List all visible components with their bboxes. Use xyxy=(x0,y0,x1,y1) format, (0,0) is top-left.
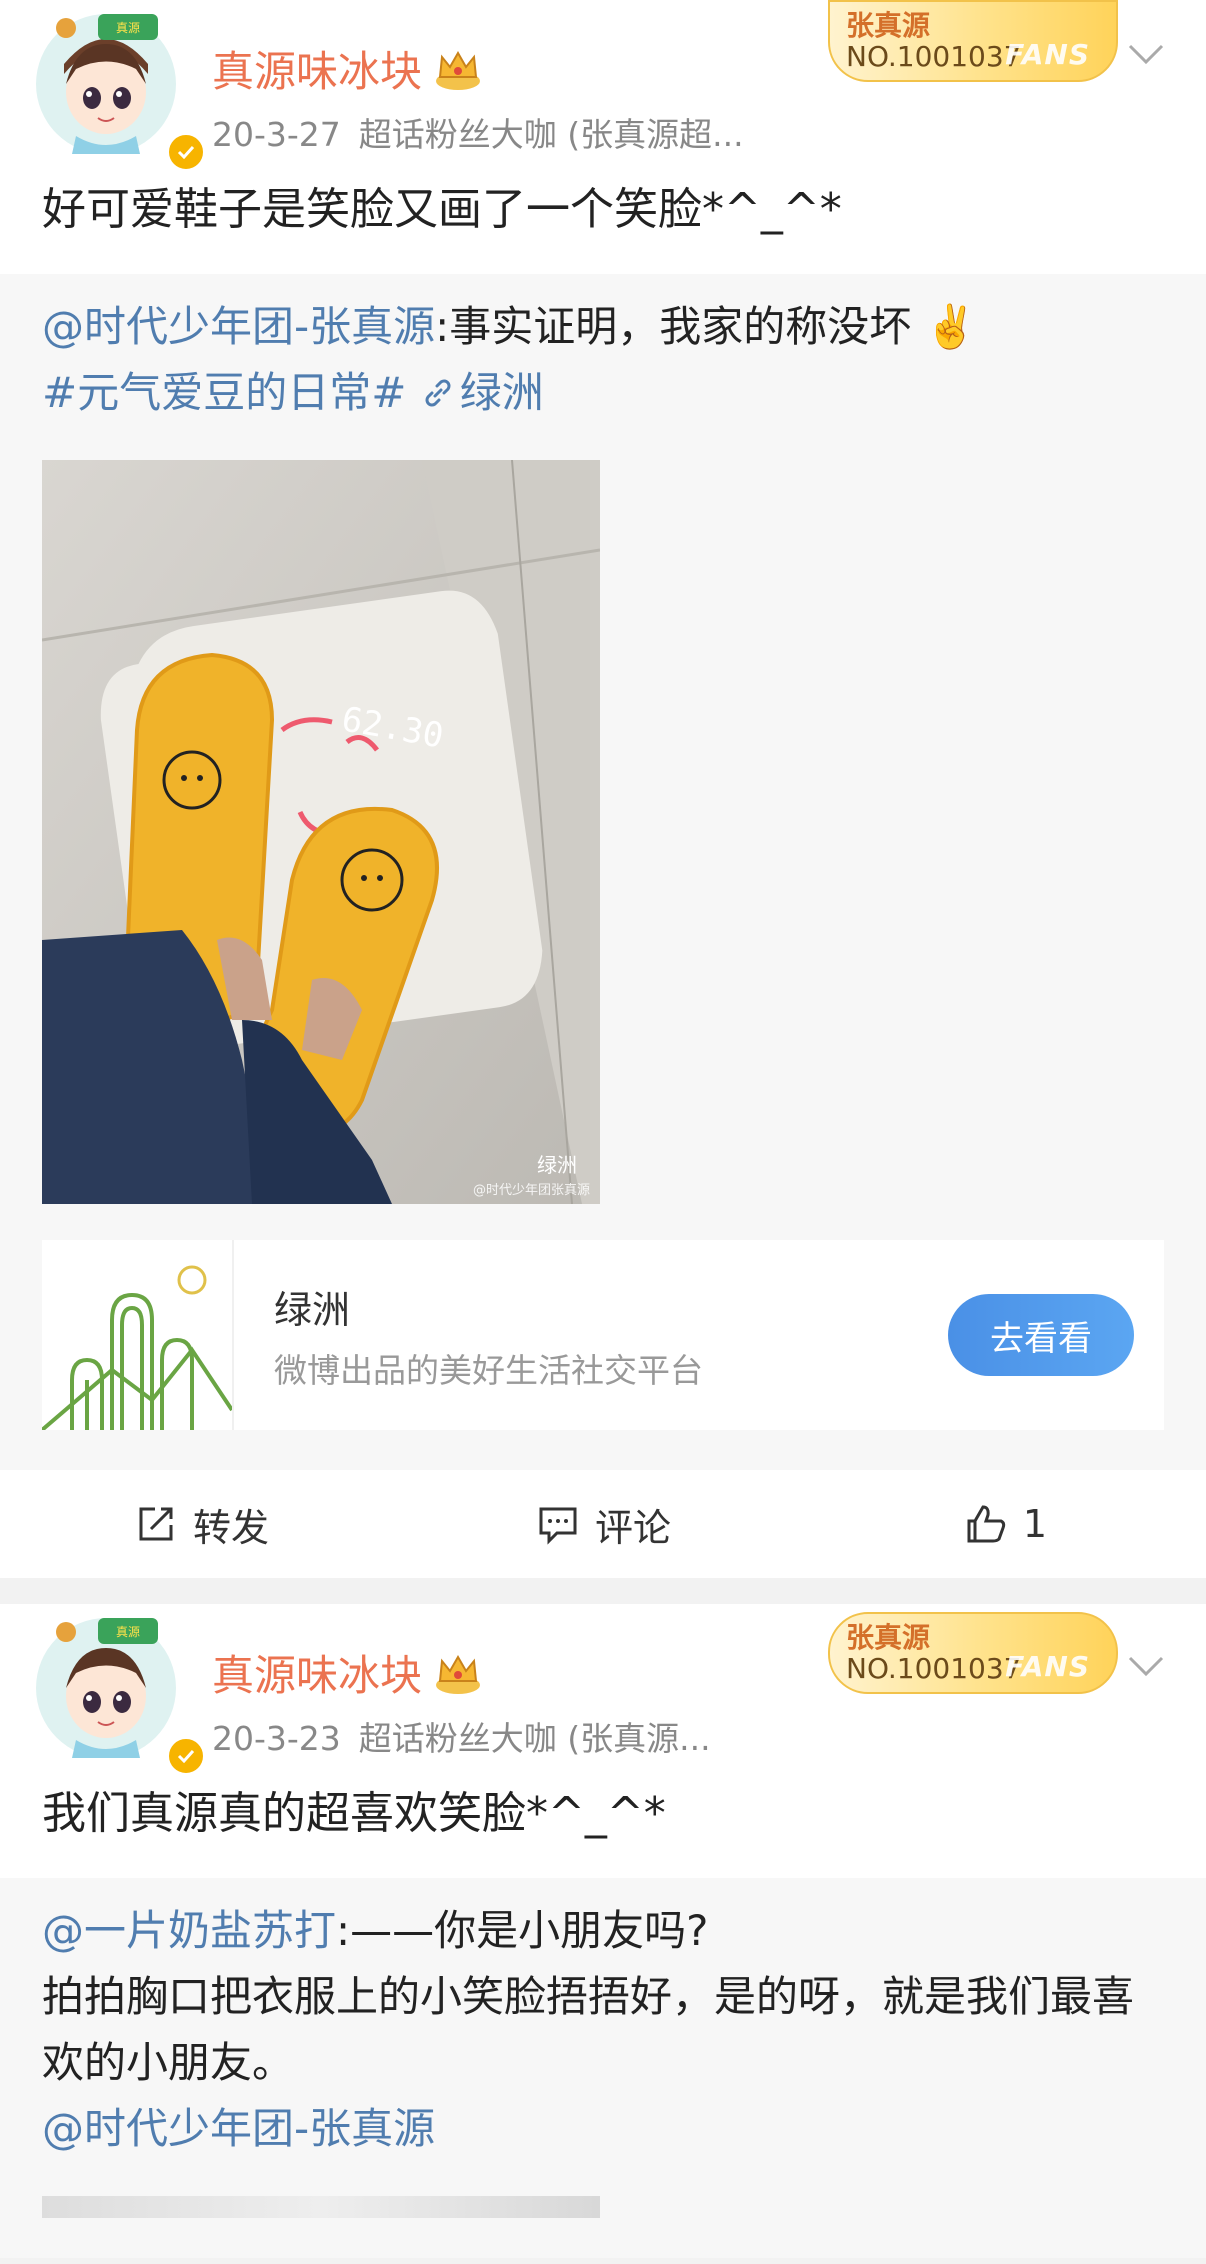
username-text[interactable]: 真源味冰块 xyxy=(212,38,422,99)
photo-watermark: 绿洲 xyxy=(537,1153,577,1177)
photo-watermark-user: @时代少年团张真源 xyxy=(473,1183,590,1198)
post-source[interactable]: 超话粉丝大咖 (张真源... xyxy=(359,1719,711,1758)
post-source[interactable]: 超话粉丝大咖 (张真源超... xyxy=(359,115,744,154)
chevron-down-icon[interactable] xyxy=(1126,42,1166,66)
repost-content: :事实证明，我家的称没坏 xyxy=(435,302,912,351)
thumbs-up-icon xyxy=(967,1505,1006,1543)
location-link[interactable]: 绿洲 xyxy=(420,368,544,417)
repost-text: @时代少年团-张真源:事实证明，我家的称没坏 ✌️ #元气爱豆的日常# 绿洲 xyxy=(42,294,1164,426)
mention-link[interactable]: @时代少年团-张真源 xyxy=(42,302,435,351)
card-body: 绿洲 微博出品的美好生活社交平台 xyxy=(274,1279,703,1392)
crown-icon xyxy=(436,1654,481,1694)
weibo-post: 真源 真源味冰块 20-3-23 超话粉丝大咖 (张真源... 张真源 NO.10… xyxy=(0,1604,1206,2258)
weibo-post: 真源 真源味冰块 20-3-27 超话粉丝大咖 (张真源超... 张真源 NO.1… xyxy=(0,0,1206,1578)
post-date: 20-3-27 xyxy=(212,115,341,154)
fans-badge[interactable]: 张真源 NO.1001037 FANS xyxy=(828,1612,1118,1694)
post-photo[interactable]: 62.30 绿洲 @时代少年团张真源 xyxy=(42,460,600,1204)
chevron-down-icon[interactable] xyxy=(1126,1654,1166,1678)
verified-badge-icon xyxy=(166,132,206,172)
username[interactable]: 真源味冰块 xyxy=(212,1642,484,1703)
fans-badge[interactable]: 张真源 NO.1001037 FANS xyxy=(828,0,1118,82)
username-text[interactable]: 真源味冰块 xyxy=(212,1642,422,1703)
repost-icon xyxy=(139,1507,173,1541)
repost-text: @一片奶盐苏打:——你是小朋友吗? 拍拍胸口把衣服上的小笑脸捂捂好，是的呀，就是… xyxy=(42,1898,1164,2162)
like-button[interactable]: 1 xyxy=(804,1501,1206,1547)
post-header: 真源 真源味冰块 20-3-23 超话粉丝大咖 (张真源... 张真源 NO.10… xyxy=(0,1604,1206,1776)
post-text: 好可爱鞋子是笑脸又画了一个笑脸*^_^* xyxy=(42,184,842,235)
card-description: 微博出品的美好生活社交平台 xyxy=(274,1350,703,1390)
location-link-label[interactable]: 绿洲 xyxy=(460,368,544,417)
repost-content-line1: :——你是小朋友吗? xyxy=(336,1906,709,1955)
fans-badge-number: NO.1001037 xyxy=(846,40,1022,73)
hashtag-link[interactable]: #元气爱豆的日常# xyxy=(42,368,406,417)
oasis-logo-icon xyxy=(40,1240,234,1432)
repost-content-line2: 拍拍胸口把衣服上的小笑脸捂捂好，是的呀，就是我们最喜欢的小朋友。 xyxy=(42,1972,1135,2087)
post-date: 20-3-23 xyxy=(212,1719,341,1758)
post-meta: 20-3-27 超话粉丝大咖 (张真源超... xyxy=(212,108,744,156)
svg-text:真源: 真源 xyxy=(116,21,140,35)
post-header: 真源 真源味冰块 20-3-27 超话粉丝大咖 (张真源超... 张真源 NO.1… xyxy=(0,0,1206,172)
crown-icon xyxy=(436,50,481,90)
like-count: 1 xyxy=(1022,1502,1048,1546)
fans-badge-name: 张真源 xyxy=(846,9,931,42)
mention-link[interactable]: @时代少年团-张真源 xyxy=(42,2104,435,2153)
repost-label: 转发 xyxy=(192,1505,269,1550)
post-actions: 转发 评论 1 xyxy=(0,1470,1206,1578)
fans-badge-label: FANS xyxy=(1005,1650,1090,1683)
avatar[interactable]: 真源 xyxy=(36,14,206,172)
post-meta: 20-3-23 超话粉丝大咖 (张真源... xyxy=(212,1712,711,1760)
comment-label: 评论 xyxy=(594,1505,671,1550)
repost-button[interactable]: 转发 xyxy=(0,1497,402,1552)
username[interactable]: 真源味冰块 xyxy=(212,38,484,99)
oasis-link-card[interactable]: 绿洲 微博出品的美好生活社交平台 去看看 xyxy=(40,1240,1164,1432)
fans-badge-label: FANS xyxy=(1005,38,1090,71)
mention-link[interactable]: @一片奶盐苏打 xyxy=(42,1906,336,1955)
fans-badge-number: NO.1001037 xyxy=(846,1652,1022,1685)
card-title: 绿洲 xyxy=(274,1287,351,1332)
post-text: 我们真源真的超喜欢笑脸*^_^* xyxy=(42,1788,666,1839)
repost-block[interactable]: @时代少年团-张真源:事实证明，我家的称没坏 ✌️ #元气爱豆的日常# 绿洲 6… xyxy=(0,274,1206,1470)
link-icon xyxy=(425,379,451,407)
verified-badge-icon xyxy=(166,1736,206,1776)
comment-button[interactable]: 评论 xyxy=(402,1497,804,1552)
comment-icon xyxy=(539,1507,577,1545)
repost-block[interactable]: @一片奶盐苏打:——你是小朋友吗? 拍拍胸口把衣服上的小笑脸捂捂好，是的呀，就是… xyxy=(0,1878,1206,2258)
fans-badge-name: 张真源 xyxy=(846,1621,931,1654)
go-see-button[interactable]: 去看看 xyxy=(948,1294,1134,1376)
post-photo[interactable] xyxy=(42,2196,600,2218)
avatar[interactable]: 真源 xyxy=(36,1618,206,1776)
victory-emoji-icon: ✌️ xyxy=(924,302,977,351)
svg-text:真源: 真源 xyxy=(116,1625,140,1639)
